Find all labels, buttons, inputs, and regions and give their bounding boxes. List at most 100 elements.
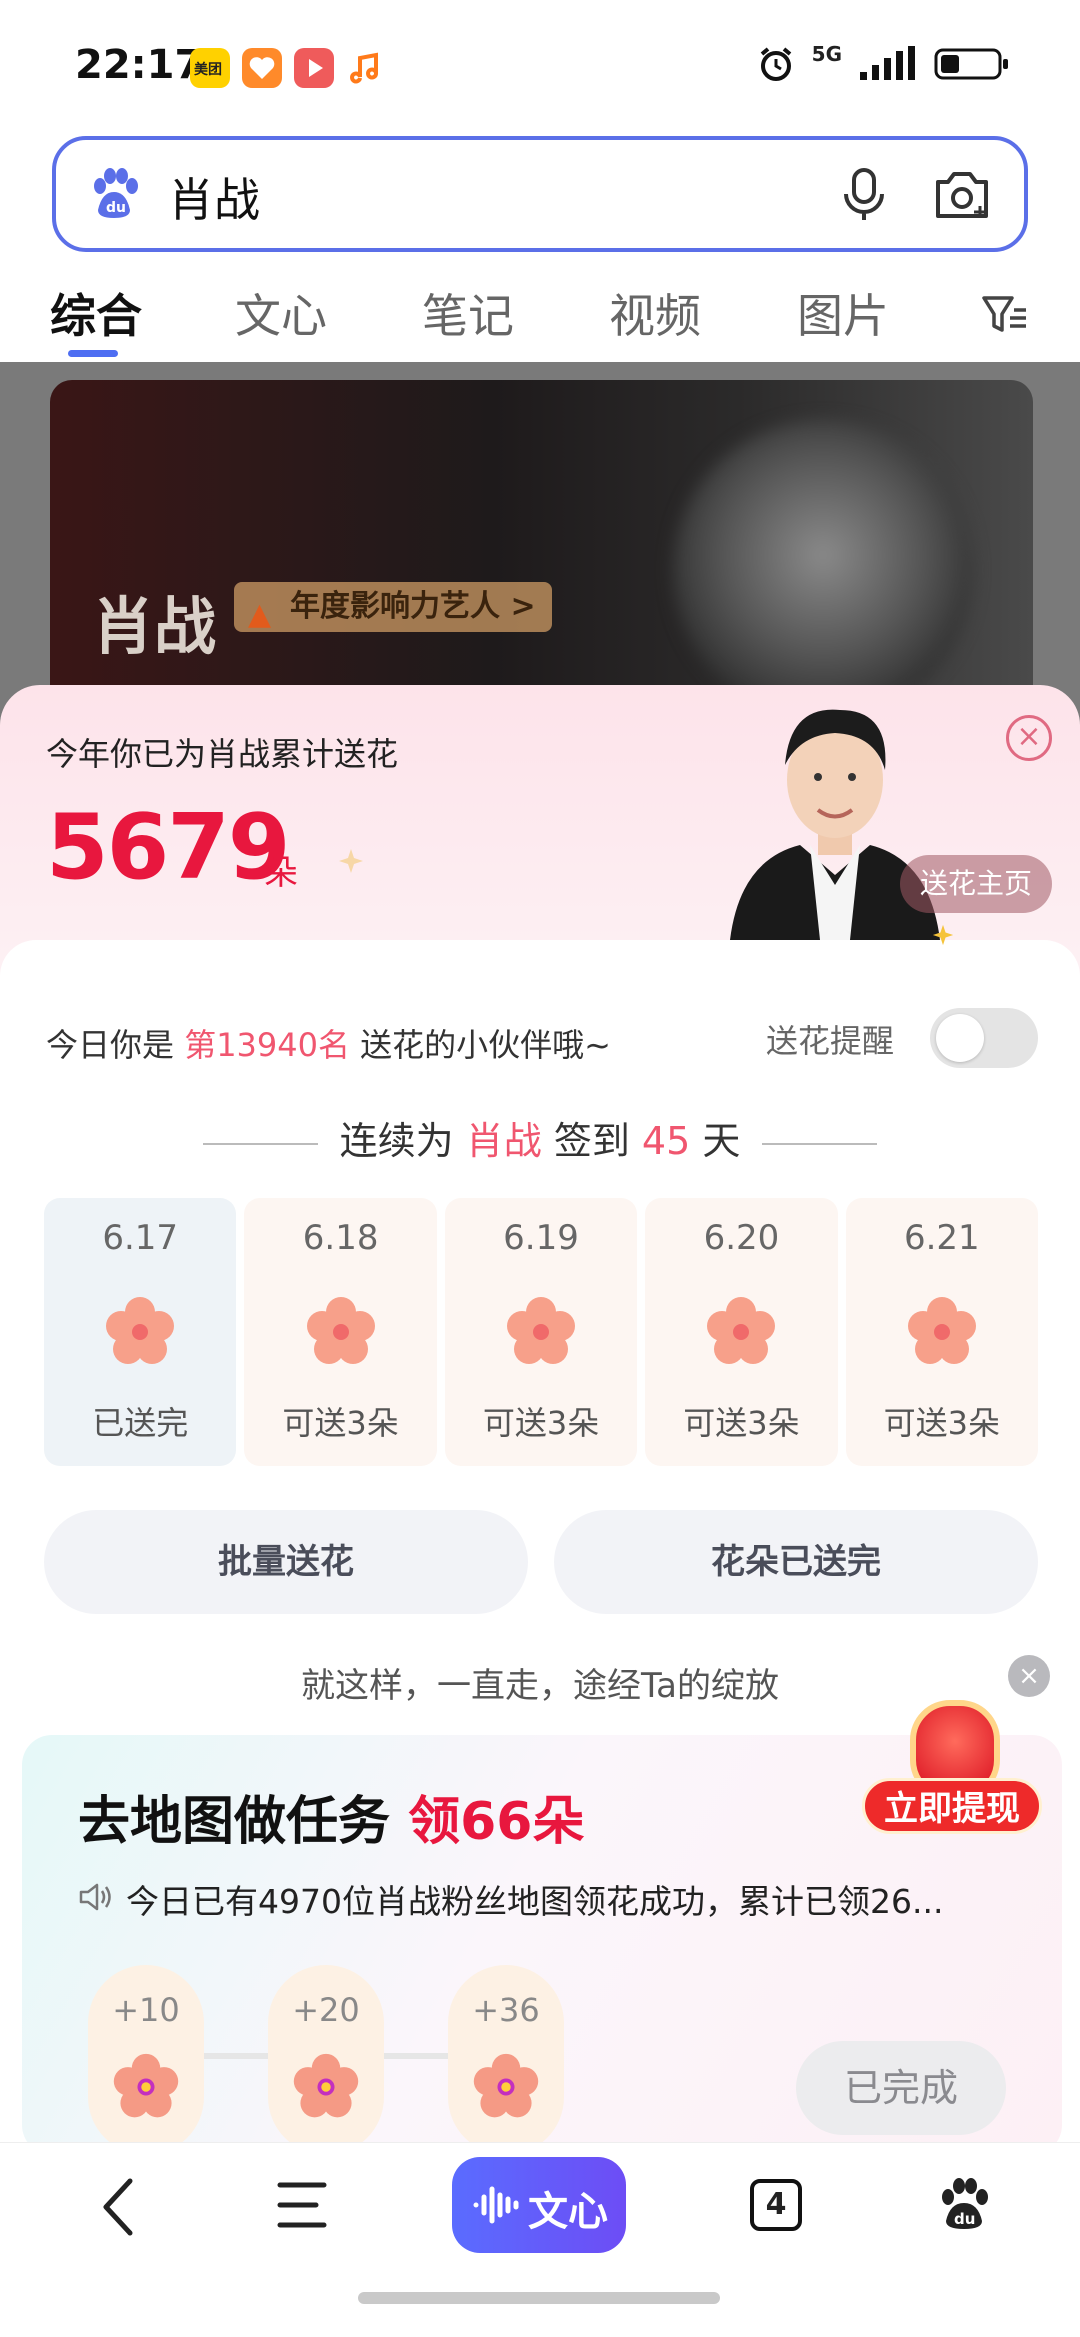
flowers-sent-out-button[interactable]: 花朵已送完 <box>554 1510 1038 1614</box>
day-status: 可送3朵 <box>683 1404 800 1442</box>
tab-count-button[interactable]: 4 <box>750 2179 802 2231</box>
status-bar: 22:17 美团 5G <box>0 0 1080 135</box>
day-status: 可送3朵 <box>282 1404 399 1442</box>
baidu-home-icon[interactable]: du <box>936 2175 992 2235</box>
music-app-icon <box>346 48 386 88</box>
day-cards: 6.17 已送完 6.18 可送3朵 6.19 可送3朵 6.20 可送3朵 6… <box>44 1198 1039 1466</box>
batch-send-button[interactable]: 批量送花 <box>44 1510 528 1614</box>
search-bar[interactable]: du 肖战 <box>52 136 1028 252</box>
back-icon[interactable] <box>94 2175 144 2239</box>
artist-banner: 肖战 ▲ 年度影响力艺人 > <box>50 380 1033 720</box>
flower-icon <box>293 2053 359 2118</box>
speaker-icon <box>79 1883 111 1911</box>
day-date: 6.21 <box>903 1218 980 1258</box>
day-status: 可送3朵 <box>883 1404 1001 1442</box>
streak-prefix: 连续为 <box>339 1119 466 1163</box>
flower-icon <box>907 1297 976 1364</box>
flower-icon <box>707 1297 776 1364</box>
meituan-icon: 美团 <box>190 48 230 88</box>
streak-mid: 签到 <box>541 1119 642 1163</box>
search-query[interactable]: 肖战 <box>168 164 260 230</box>
task-rewards: +10 +20 +36 <box>88 1965 648 2155</box>
tab-comprehensive[interactable]: 综合 <box>50 280 142 346</box>
flower-home-button[interactable]: 送花主页 <box>899 855 1052 913</box>
day-status: 已送完 <box>92 1404 189 1442</box>
daily-rank-text: 今日你是 第13940名 送花的小伙伴哦~ <box>46 1020 611 1066</box>
sheet-title: 今年你已为肖战累计送花 <box>46 735 399 773</box>
heart-app-icon <box>242 48 282 88</box>
baidu-paw-icon: du <box>94 168 138 218</box>
network-label: 5G <box>811 42 842 66</box>
reminder-label: 送花提醒 <box>766 1022 895 1060</box>
streak-suffix: 天 <box>690 1119 741 1163</box>
video-app-icon <box>294 48 334 88</box>
microphone-icon[interactable] <box>838 166 890 224</box>
reward-connector <box>384 2053 450 2059</box>
close-sheet-button[interactable]: × <box>1006 715 1052 761</box>
wenxin-wave-icon <box>473 2186 519 2224</box>
signal-icon <box>860 46 915 80</box>
wenxin-label: 文心 <box>528 2189 608 2235</box>
search-tabs: 综合 文心 笔记 视频 图片 <box>0 270 1080 362</box>
sheet-body: 今日你是 第13940名 送花的小伙伴哦~ 送花提醒 连续为 肖战 签到 45 … <box>0 924 1080 2337</box>
task-done-button[interactable]: 已完成 <box>796 2041 1006 2135</box>
day-card[interactable]: 6.18 可送3朵 <box>244 1198 437 1466</box>
banner-tag-label: 年度影响力艺人 > <box>290 589 536 624</box>
flower-icon <box>113 2053 179 2118</box>
reminder-toggle[interactable] <box>930 1008 1038 1068</box>
streak-days: 45 <box>641 1119 691 1163</box>
streak-text: 连续为 肖战 签到 45 天 <box>0 1110 1080 1165</box>
artist-photo-blurred <box>673 420 973 720</box>
reward-value: +20 <box>292 1991 360 2029</box>
flower-sheet: 今年你已为肖战累计送花 5679 朵 × 送花主页 今日你是 第13940名 送… <box>0 685 1080 2337</box>
reward-step: +10 <box>88 1965 204 2155</box>
cashout-widget[interactable]: 立即提现 <box>862 1700 1052 1850</box>
sparkle-icon <box>932 924 954 946</box>
wenxin-button[interactable]: 文心 <box>452 2157 626 2253</box>
day-card[interactable]: 6.20 可送3朵 <box>645 1198 838 1466</box>
close-tip-button[interactable]: × <box>1008 1655 1050 1697</box>
bottom-nav: 文心 4 du <box>0 2142 1080 2337</box>
active-tab-indicator <box>68 350 118 357</box>
menu-icon[interactable] <box>274 2179 330 2231</box>
day-date: 6.18 <box>302 1218 379 1258</box>
reward-step: +36 <box>448 1965 564 2155</box>
day-status: 可送3朵 <box>482 1404 600 1442</box>
tab-video[interactable]: 视频 <box>609 280 701 346</box>
flower-icon <box>473 2053 539 2118</box>
rank-suffix: 送花的小伙伴哦~ <box>350 1026 611 1064</box>
day-date: 6.19 <box>503 1218 579 1258</box>
rank-prefix: 今日你是 <box>46 1026 185 1064</box>
flower-icon <box>106 1297 175 1364</box>
task-news-text: 今日已有4970位肖战粉丝地图领花成功，累计已领26... <box>126 1882 944 1921</box>
camera-search-icon[interactable] <box>932 166 992 224</box>
flower-icon <box>507 1297 576 1364</box>
day-date: 6.20 <box>703 1218 780 1258</box>
tab-images[interactable]: 图片 <box>797 280 889 346</box>
alarm-icon <box>760 47 791 81</box>
day-card[interactable]: 6.17 已送完 <box>44 1198 237 1466</box>
cashout-label: 立即提现 <box>862 1778 1042 1834</box>
svg-text:du: du <box>954 2210 975 2228</box>
rank-value: 第13940名 <box>184 1026 350 1064</box>
svg-text:du: du <box>106 200 126 216</box>
toggle-knob <box>936 1014 984 1062</box>
banner-artist-name: 肖战 <box>92 590 217 663</box>
tab-notes[interactable]: 笔记 <box>422 280 514 346</box>
divider-left <box>202 1142 318 1145</box>
task-title-reward: 领66朵 <box>408 1792 585 1852</box>
reward-connector <box>204 2053 270 2059</box>
day-date: 6.17 <box>102 1218 179 1258</box>
tab-wenxin[interactable]: 文心 <box>235 280 327 346</box>
day-card[interactable]: 6.19 可送3朵 <box>444 1198 638 1466</box>
reward-value: +10 <box>112 1991 180 2029</box>
flower-unit: 朵 <box>264 853 298 893</box>
task-news: 今日已有4970位肖战粉丝地图领花成功，累计已领26... <box>78 1875 943 1923</box>
filter-icon[interactable] <box>980 290 1030 340</box>
day-card[interactable]: 6.21 可送3朵 <box>845 1198 1039 1466</box>
home-indicator[interactable] <box>358 2292 720 2304</box>
banner-influence-tag: ▲ 年度影响力艺人 > <box>234 582 552 632</box>
flower-icon <box>306 1297 375 1364</box>
battery-icon <box>934 48 1008 80</box>
task-title-main: 去地图做任务 <box>78 1792 409 1852</box>
